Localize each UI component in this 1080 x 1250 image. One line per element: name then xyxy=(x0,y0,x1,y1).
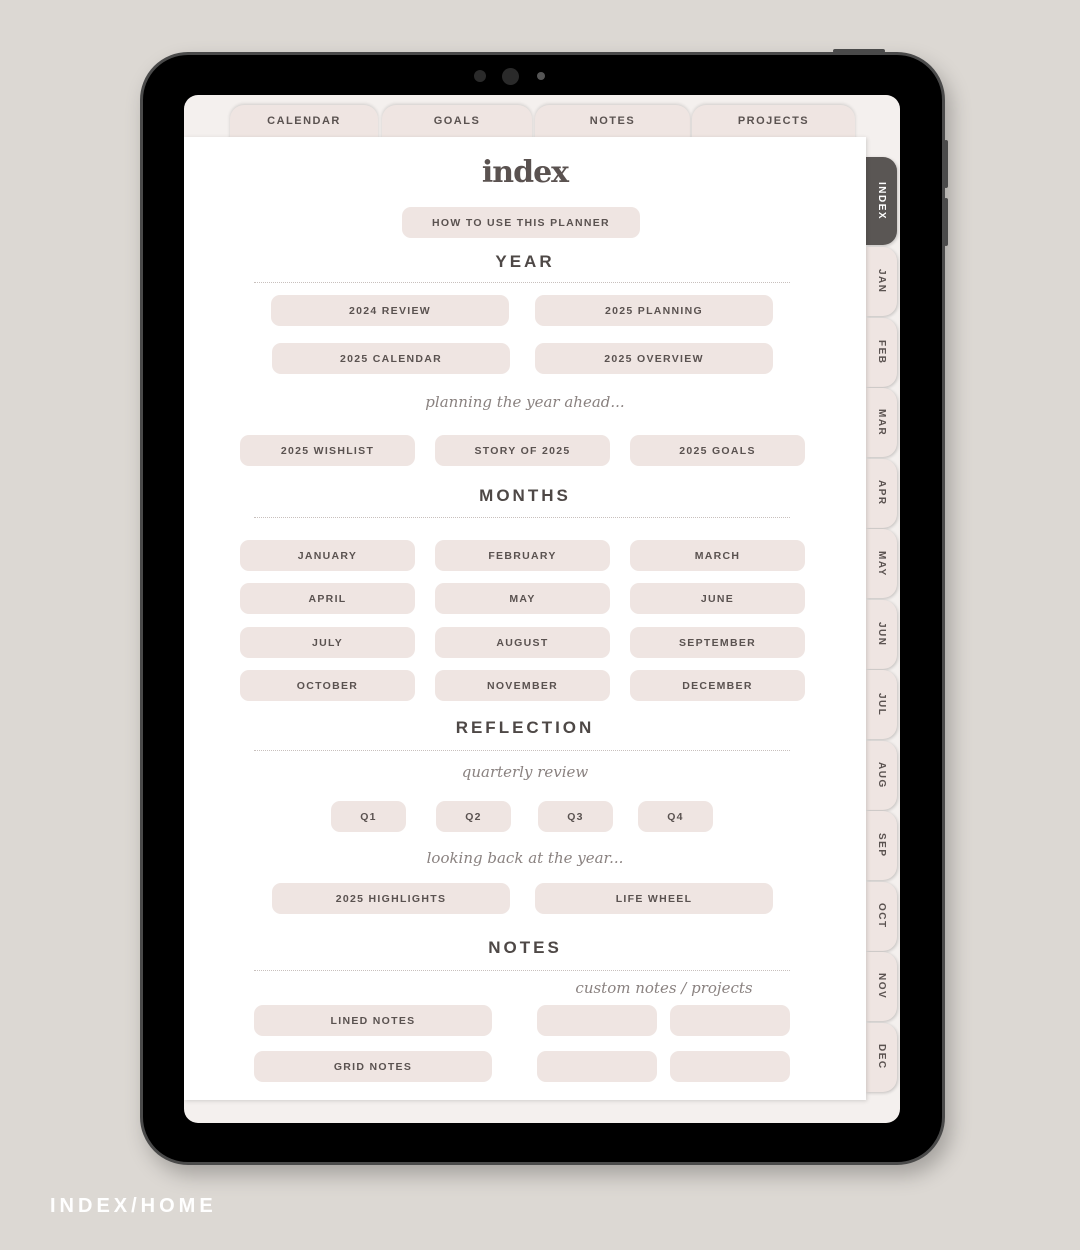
grid-notes-button[interactable]: GRID NOTES xyxy=(254,1051,492,1082)
divider xyxy=(254,282,790,283)
reflection-heading: REFLECTION xyxy=(455,718,595,737)
year-heading: YEAR xyxy=(495,252,555,271)
notes-heading: NOTES xyxy=(488,938,562,957)
side-tab-jan[interactable]: JAN xyxy=(866,247,897,316)
month-button-september[interactable]: SEPTEMBER xyxy=(630,627,805,658)
side-tab-label: MAR xyxy=(876,408,887,437)
script-custom-notes: custom notes / projects xyxy=(575,979,753,997)
lined-notes-button[interactable]: LINED NOTES xyxy=(254,1005,492,1036)
month-button-july[interactable]: JULY xyxy=(240,627,415,658)
side-tab-may[interactable]: MAY xyxy=(866,529,897,598)
tab-goals[interactable]: GOALS xyxy=(382,105,532,141)
side-tab-index[interactable]: INDEX xyxy=(866,157,897,245)
2024-review-button[interactable]: 2024 REVIEW xyxy=(271,295,509,326)
volume-button xyxy=(944,140,948,188)
month-button-october[interactable]: OCTOBER xyxy=(240,670,415,701)
side-tab-mar[interactable]: MAR xyxy=(866,388,897,457)
tab-calendar[interactable]: CALENDAR xyxy=(230,105,378,141)
side-tab-sep[interactable]: SEP xyxy=(866,811,897,880)
month-button-february[interactable]: FEBRUARY xyxy=(435,540,610,571)
custom-note-button[interactable] xyxy=(537,1051,657,1082)
2025-wishlist-button[interactable]: 2025 WISHLIST xyxy=(240,435,415,466)
side-tab-label: DEC xyxy=(876,1044,887,1070)
q1-button[interactable]: Q1 xyxy=(331,801,406,832)
divider xyxy=(254,517,790,518)
script-looking-back: looking back at the year... xyxy=(426,849,624,867)
page-title: index xyxy=(481,155,569,190)
side-tab-label: AUG xyxy=(876,761,887,789)
side-tab-jun[interactable]: JUN xyxy=(866,599,897,669)
custom-note-button[interactable] xyxy=(537,1005,657,1036)
side-tab-jul[interactable]: JUL xyxy=(866,670,897,739)
2025-planning-button[interactable]: 2025 PLANNING xyxy=(535,295,773,326)
divider xyxy=(254,970,790,971)
camera xyxy=(502,68,519,85)
script-quarterly: quarterly review xyxy=(461,763,589,781)
2025-highlights-button[interactable]: 2025 HIGHLIGHTS xyxy=(272,883,510,914)
month-button-january[interactable]: JANUARY xyxy=(240,540,415,571)
sensor xyxy=(474,70,486,82)
month-button-march[interactable]: MARCH xyxy=(630,540,805,571)
power-button xyxy=(833,49,885,53)
month-button-april[interactable]: APRIL xyxy=(240,583,415,614)
custom-note-button[interactable] xyxy=(670,1005,790,1036)
2025-goals-button[interactable]: 2025 GOALS xyxy=(630,435,805,466)
volume-button xyxy=(944,198,948,246)
2025-overview-button[interactable]: 2025 OVERVIEW xyxy=(535,343,773,374)
caption: INDEX/HOME xyxy=(50,1195,217,1217)
tab-notes[interactable]: NOTES xyxy=(535,105,690,141)
life-wheel-button[interactable]: LIFE WHEEL xyxy=(535,883,773,914)
side-tab-label: MAY xyxy=(876,550,887,577)
side-tab-feb[interactable]: FEB xyxy=(866,317,897,387)
side-tab-apr[interactable]: APR xyxy=(866,458,897,528)
side-tab-label: FEB xyxy=(876,339,887,365)
divider xyxy=(254,750,790,751)
screen: CALENDAR GOALS NOTES PROJECTS INDEX JAN FE… xyxy=(184,95,900,1123)
side-tab-label: OCT xyxy=(876,903,887,929)
side-tab-aug[interactable]: AUG xyxy=(866,740,897,810)
month-button-june[interactable]: JUNE xyxy=(630,583,805,614)
tab-projects[interactable]: PROJECTS xyxy=(692,105,855,141)
index-page: index HOW TO USE THIS PLANNER YEAR 2024 … xyxy=(184,137,866,1100)
side-tab-label: JUN xyxy=(876,621,887,647)
month-button-may[interactable]: MAY xyxy=(435,583,610,614)
side-tab-label: NOV xyxy=(876,973,887,1000)
script-planning: planning the year ahead... xyxy=(425,393,625,411)
side-tab-label: INDEX xyxy=(876,181,887,221)
sensor-small xyxy=(537,72,545,80)
q3-button[interactable]: Q3 xyxy=(538,801,613,832)
2025-calendar-button[interactable]: 2025 CALENDAR xyxy=(272,343,510,374)
month-button-december[interactable]: DECEMBER xyxy=(630,670,805,701)
side-tab-label: JUL xyxy=(876,692,887,717)
side-tab-label: SEP xyxy=(876,833,887,858)
month-button-november[interactable]: NOVEMBER xyxy=(435,670,610,701)
q4-button[interactable]: Q4 xyxy=(638,801,713,832)
side-tab-label: JAN xyxy=(876,269,887,294)
custom-note-button[interactable] xyxy=(670,1051,790,1082)
side-tab-oct[interactable]: OCT xyxy=(866,881,897,951)
month-button-august[interactable]: AUGUST xyxy=(435,627,610,658)
how-to-use-button[interactable]: HOW TO USE THIS PLANNER xyxy=(402,207,640,238)
story-of-2025-button[interactable]: STORY OF 2025 xyxy=(435,435,610,466)
months-heading: MONTHS xyxy=(479,486,571,505)
side-tab-nov[interactable]: NOV xyxy=(866,952,897,1021)
side-tab-label: APR xyxy=(876,480,887,506)
side-tab-dec[interactable]: DEC xyxy=(866,1022,897,1092)
q2-button[interactable]: Q2 xyxy=(436,801,511,832)
